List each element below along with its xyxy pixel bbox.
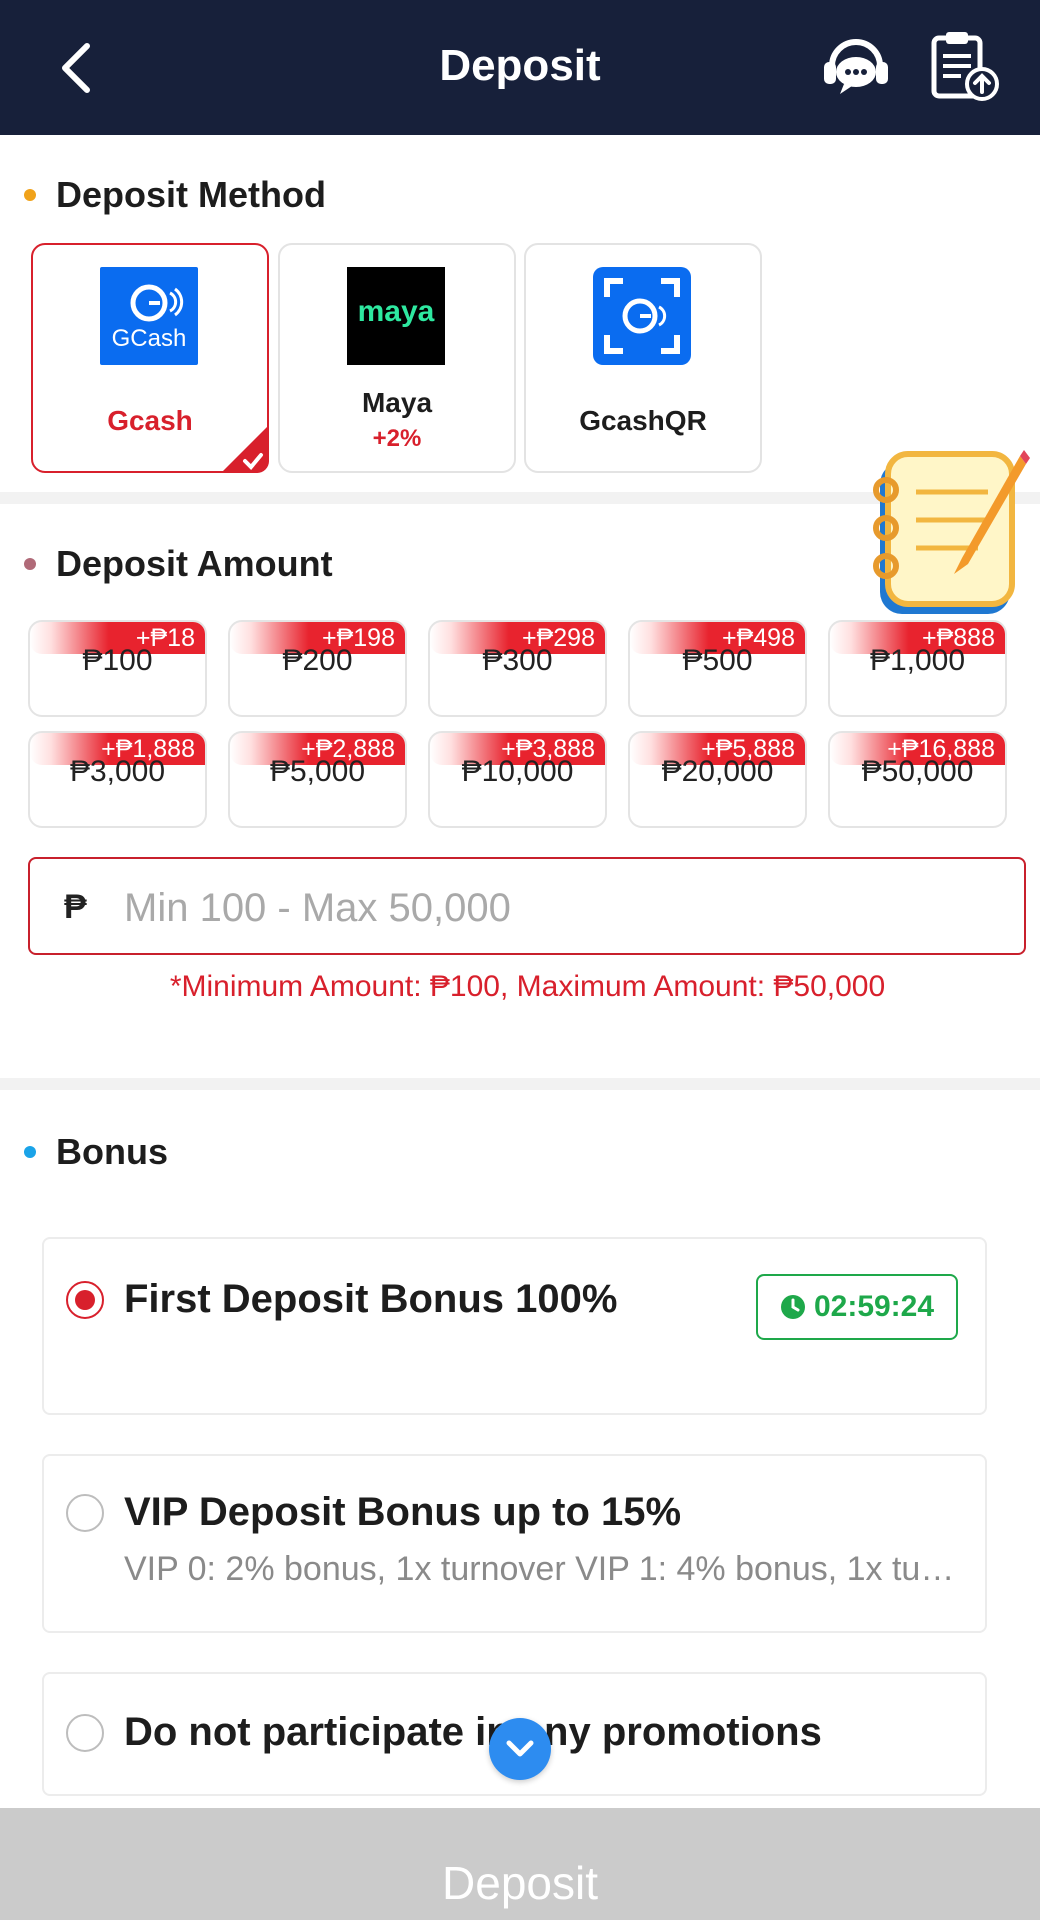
method-gcashqr[interactable]: GcashQR — [524, 243, 762, 473]
clipboard-upload-icon — [931, 32, 999, 101]
timer-value: 02:59:24 — [813, 1290, 935, 1323]
gcashqr-logo — [593, 267, 691, 365]
deposit-submit-button[interactable]: Deposit — [0, 1808, 1040, 1920]
amount-option[interactable]: +₱5,888 ₱20,000 — [628, 731, 807, 828]
scroll-down-button[interactable] — [489, 1718, 551, 1780]
deposit-records-button[interactable] — [926, 28, 1002, 104]
amount-option[interactable]: +₱16,888 ₱50,000 — [828, 731, 1007, 828]
gcash-g-icon — [130, 284, 184, 322]
radio-button[interactable] — [66, 1714, 104, 1752]
bonus-option-description: VIP 0: 2% bonus, 1x turnover VIP 1: 4% b… — [124, 1550, 964, 1588]
amount-value: ₱20,000 — [661, 755, 774, 788]
amount-option[interactable]: +₱1,888 ₱3,000 — [28, 731, 207, 828]
bonus-option-title: First Deposit Bonus 100% — [124, 1277, 618, 1321]
amount-option[interactable]: +₱18 ₱100 — [28, 620, 207, 717]
customer-support-icon — [824, 39, 888, 94]
section-divider — [0, 1078, 1040, 1090]
method-bonus-badge: +2% — [372, 425, 422, 452]
bonus-option-title: VIP Deposit Bonus up to 15% — [124, 1490, 682, 1534]
amount-value: ₱3,000 — [69, 755, 166, 788]
amount-option[interactable]: +₱888 ₱1,000 — [828, 620, 1007, 717]
amount-value: ₱1,000 — [869, 644, 966, 677]
amount-value: ₱300 — [482, 644, 553, 677]
amount-option[interactable]: +₱498 ₱500 — [628, 620, 807, 717]
section-bullet — [24, 189, 36, 201]
currency-symbol: ₱ — [64, 888, 87, 926]
maya-logo-text: maya — [357, 295, 435, 328]
amount-value: ₱5,000 — [269, 755, 366, 788]
amount-value: ₱100 — [82, 644, 153, 677]
back-button[interactable] — [40, 30, 110, 105]
amount-input-field[interactable]: ₱ — [28, 857, 1026, 955]
radio-button[interactable] — [66, 1494, 104, 1532]
method-maya[interactable]: maya Maya +2% — [278, 243, 516, 473]
selected-check-badge — [221, 425, 269, 473]
checkmark-icon — [243, 453, 263, 470]
countdown-timer: 02:59:24 — [756, 1274, 958, 1340]
maya-logo: maya — [347, 267, 445, 365]
amount-value: ₱50,000 — [861, 755, 974, 788]
chevron-left-icon — [62, 42, 90, 93]
deposit-amount-title: Deposit Amount — [56, 543, 333, 584]
bonus-option-vip[interactable]: VIP Deposit Bonus up to 15% VIP 0: 2% bo… — [42, 1454, 987, 1633]
amount-option[interactable]: +₱298 ₱300 — [428, 620, 607, 717]
radio-button[interactable] — [66, 1281, 104, 1319]
amount-value: ₱200 — [282, 644, 353, 677]
amount-value: ₱500 — [682, 644, 753, 677]
bonus-option-title: Do not participate in any promotions — [124, 1710, 822, 1754]
amount-limits-note: *Minimum Amount: ₱100, Maximum Amount: ₱… — [169, 970, 886, 1003]
amount-option[interactable]: +₱3,888 ₱10,000 — [428, 731, 607, 828]
bonus-option-first-deposit[interactable]: First Deposit Bonus 100% 02:59:24 — [42, 1237, 987, 1415]
method-label: GcashQR — [579, 405, 707, 436]
section-bullet — [24, 1146, 36, 1158]
notebook-pencil-icon — [873, 450, 1030, 614]
amount-option[interactable]: +₱2,888 ₱5,000 — [228, 731, 407, 828]
amount-value: ₱10,000 — [461, 755, 574, 788]
section-bullet — [24, 558, 36, 570]
amount-option[interactable]: +₱198 ₱200 — [228, 620, 407, 717]
qr-scan-g-icon — [604, 278, 680, 354]
bonus-title: Bonus — [56, 1131, 168, 1172]
method-gcash[interactable]: GCash Gcash — [31, 243, 269, 473]
customer-support-button[interactable] — [818, 32, 894, 104]
clock-icon — [780, 1295, 805, 1319]
floating-notebook-widget[interactable] — [858, 440, 1033, 630]
deposit-method-title: Deposit Method — [56, 174, 326, 215]
method-label: Maya — [361, 387, 433, 418]
gcash-logo-text: GCash — [111, 325, 187, 352]
gcash-logo: GCash — [100, 267, 198, 365]
amount-input[interactable] — [122, 873, 1006, 943]
chevron-down-icon — [506, 1740, 534, 1757]
